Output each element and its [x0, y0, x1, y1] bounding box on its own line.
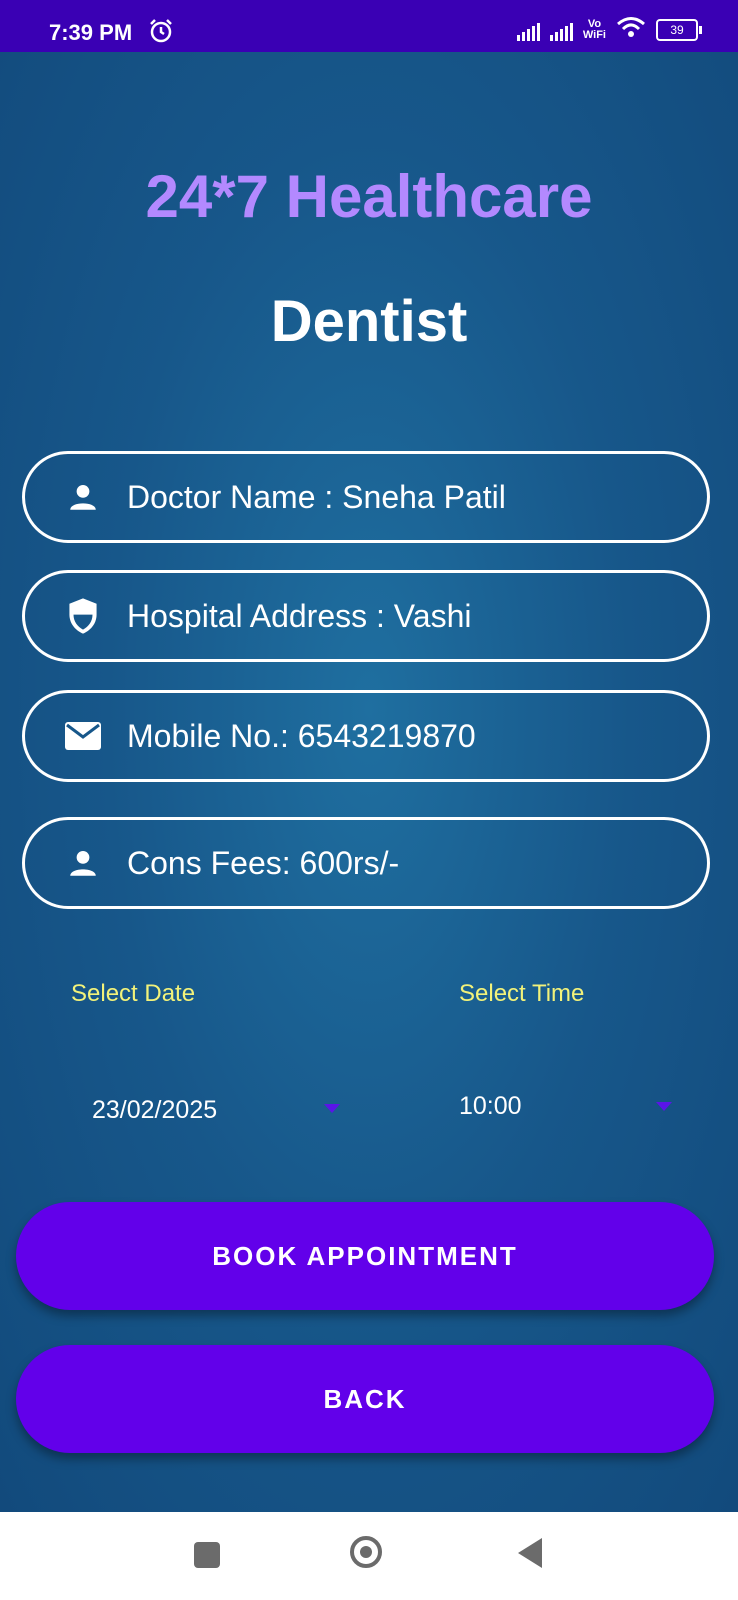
shield-icon [63, 596, 103, 636]
person-icon [63, 477, 103, 517]
vowifi-top: Vo [587, 17, 602, 30]
recent-apps-icon[interactable] [194, 1542, 220, 1568]
time-dropdown[interactable]: 10:00 [450, 1082, 680, 1132]
wifi-icon [616, 16, 646, 43]
select-time-label: Select Time [459, 980, 585, 1007]
status-time: 7:39 PM [49, 20, 133, 45]
hospital-address-text: Hospital Address : Vashi [127, 597, 472, 634]
system-nav-bar [0, 1512, 738, 1600]
alarm-icon [148, 18, 174, 49]
app-title: 24*7 Healthcare [145, 163, 593, 230]
mobile-text: Mobile No.: 6543219870 [127, 717, 476, 754]
status-icons: Vo WiFi 39 [516, 16, 702, 43]
battery-icon: 39 [656, 18, 702, 41]
date-value: 23/02/2025 [92, 1096, 218, 1124]
signal-icon-2 [549, 19, 573, 41]
select-date-label: Select Date [71, 980, 196, 1007]
hospital-address-field: Hospital Address : Vashi [22, 570, 710, 662]
fees-field: Cons Fees: 600rs/- [22, 817, 710, 909]
time-value: 10:00 [459, 1092, 522, 1120]
home-icon[interactable] [350, 1536, 382, 1568]
doctor-name-field: Doctor Name : Sneha Patil [22, 451, 710, 543]
fees-text: Cons Fees: 600rs/- [127, 844, 400, 881]
chevron-down-icon [324, 1104, 340, 1113]
mobile-field: Mobile No.: 6543219870 [22, 690, 710, 782]
back-button[interactable]: BACK [16, 1345, 714, 1453]
chevron-down-icon [656, 1102, 672, 1111]
vowifi-bottom: WiFi [582, 28, 606, 41]
date-dropdown[interactable]: 23/02/2025 [80, 1082, 350, 1132]
person-icon [63, 843, 103, 883]
doctor-name-text: Doctor Name : Sneha Patil [127, 478, 506, 515]
signal-icon [516, 19, 540, 41]
book-appointment-button[interactable]: BOOK APPOINTMENT [16, 1202, 714, 1310]
status-bar: 7:39 PM Vo WiFi 39 [0, 0, 738, 52]
main-content: 24*7 Healthcare Dentist Doctor Name : Sn… [0, 52, 738, 1512]
back-nav-icon[interactable] [518, 1538, 542, 1568]
page-title: Dentist [270, 289, 468, 354]
vowifi-icon: Vo WiFi [582, 17, 606, 41]
mail-icon [63, 716, 103, 756]
